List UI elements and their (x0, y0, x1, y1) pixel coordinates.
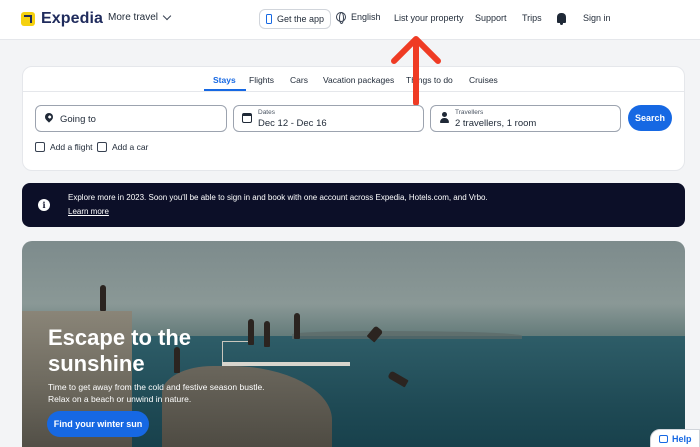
help-label: Help (672, 434, 692, 444)
add-flight-checkbox[interactable]: Add a flight (35, 142, 93, 152)
learn-more-link[interactable]: Learn more (68, 207, 109, 216)
more-travel-menu[interactable]: More travel (108, 11, 172, 23)
top-header: Expedia More travel Get the app English … (0, 0, 700, 40)
language-label: English (351, 12, 381, 22)
person-icon (440, 112, 449, 124)
going-to-field[interactable]: Going to (35, 105, 227, 132)
get-app-label: Get the app (277, 14, 325, 24)
bell-icon[interactable] (557, 13, 566, 25)
get-app-button[interactable]: Get the app (259, 9, 332, 29)
tab-vacation-packages[interactable]: Vacation packages (323, 75, 394, 85)
tab-cruises[interactable]: Cruises (469, 75, 498, 85)
chat-icon (659, 435, 668, 443)
hero-subtitle: Time to get away from the cold and festi… (48, 382, 265, 404)
location-pin-icon (43, 111, 55, 123)
red-arrow-annotation (391, 36, 441, 105)
info-banner: i Explore more in 2023. Soon you'll be a… (22, 183, 685, 227)
hero-person (264, 321, 270, 347)
dates-value: Dec 12 - Dec 16 (258, 118, 327, 129)
hero-title: Escape to the sunshine (48, 325, 192, 376)
travellers-label: Travellers (455, 109, 484, 116)
going-to-placeholder: Going to (60, 114, 96, 125)
travellers-field[interactable]: Travellers 2 travellers, 1 room (430, 105, 621, 132)
tab-cars[interactable]: Cars (290, 75, 308, 85)
add-flight-label: Add a flight (50, 142, 93, 152)
tab-flights[interactable]: Flights (249, 75, 274, 85)
expedia-logo-icon (21, 12, 35, 26)
search-tabs: Stays Flights Cars Vacation packages Thi… (23, 67, 684, 92)
phone-icon (266, 14, 272, 24)
language-selector[interactable]: English (336, 12, 381, 24)
brand-name: Expedia (41, 10, 104, 27)
tab-stays[interactable]: Stays (213, 75, 236, 85)
list-property-link[interactable]: List your property (394, 13, 464, 23)
tabs-divider (23, 91, 684, 92)
search-card: Stays Flights Cars Vacation packages Thi… (22, 66, 685, 171)
hero-person (100, 285, 106, 311)
support-link[interactable]: Support (475, 13, 507, 23)
add-car-label: Add a car (112, 142, 149, 152)
find-winter-sun-button[interactable]: Find your winter sun (47, 411, 149, 437)
travellers-value: 2 travellers, 1 room (455, 118, 537, 129)
chevron-down-icon (162, 11, 172, 21)
globe-icon (336, 12, 346, 24)
dates-field[interactable]: Dates Dec 12 - Dec 16 (233, 105, 424, 132)
hero-headland (292, 331, 522, 339)
trips-link[interactable]: Trips (522, 13, 542, 23)
banner-text: Explore more in 2023. Soon you'll be abl… (68, 193, 488, 202)
more-travel-label: More travel (108, 12, 159, 23)
checkbox-icon (35, 142, 45, 152)
dates-label: Dates (258, 109, 275, 116)
search-button[interactable]: Search (628, 105, 672, 131)
info-icon: i (38, 199, 50, 211)
add-car-checkbox[interactable]: Add a car (97, 142, 148, 152)
hero-person (248, 319, 254, 345)
sign-in-link[interactable]: Sign in (583, 13, 611, 23)
hero-image: Escape to the sunshine Time to get away … (22, 241, 685, 447)
calendar-icon (242, 113, 252, 123)
help-button[interactable]: Help (650, 429, 700, 447)
expedia-logo[interactable]: Expedia (21, 10, 103, 28)
checkbox-icon (97, 142, 107, 152)
hero-person (294, 313, 300, 339)
